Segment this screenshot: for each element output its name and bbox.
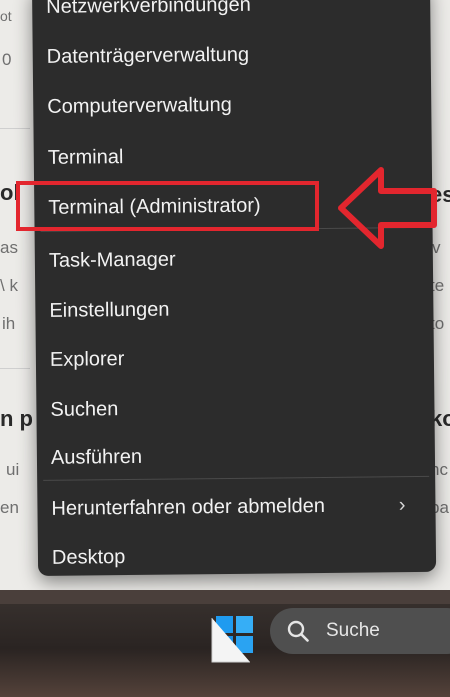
winx-context-menu: Netzwerkverbindungen Datenträgerverwaltu… (32, 0, 437, 576)
menu-item-computerverwaltung[interactable]: Computerverwaltung (47, 86, 417, 124)
highlight-box (16, 181, 319, 231)
menu-item-datentraegerverwaltung[interactable]: Datenträgerverwaltung (47, 36, 417, 74)
menu-item-ausfuehren[interactable]: Ausführen (51, 437, 421, 475)
taskbar-search-box[interactable]: Suche (270, 608, 450, 654)
background-text-fragment: ih (2, 314, 16, 333)
menu-item-herunterfahren[interactable]: Herunterfahren oder abmelden › (51, 488, 421, 526)
background-text-fragment: \ k (0, 276, 18, 295)
menu-item-desktop[interactable]: Desktop (52, 537, 422, 575)
search-icon (287, 620, 309, 642)
background-text-fragment: en (0, 498, 19, 517)
search-label: Suche (326, 620, 380, 641)
background-heading-fragment: n p (0, 406, 33, 431)
menu-item-explorer[interactable]: Explorer (50, 339, 420, 377)
background-text-fragment: as (0, 238, 18, 257)
background-text-fragment: 0 (2, 50, 12, 69)
menu-item-netzwerkverbindungen[interactable]: Netzwerkverbindungen (46, 0, 416, 24)
windows-start-icon[interactable] (210, 612, 258, 664)
background-divider (0, 368, 30, 369)
chevron-right-icon: › (398, 494, 406, 517)
left-arrow-outline-icon (338, 167, 437, 249)
menu-item-einstellungen[interactable]: Einstellungen (49, 290, 419, 328)
menu-separator (43, 475, 430, 481)
menu-item-suchen[interactable]: Suchen (50, 389, 420, 427)
menu-item-herunterfahren-label: Herunterfahren oder abmelden (51, 494, 326, 520)
background-text-fragment: ui (6, 460, 20, 479)
background-divider (0, 128, 30, 129)
taskbar: Suche (0, 590, 450, 697)
taskbar-edge (0, 590, 450, 604)
background-text-fragment: ot (0, 8, 12, 24)
